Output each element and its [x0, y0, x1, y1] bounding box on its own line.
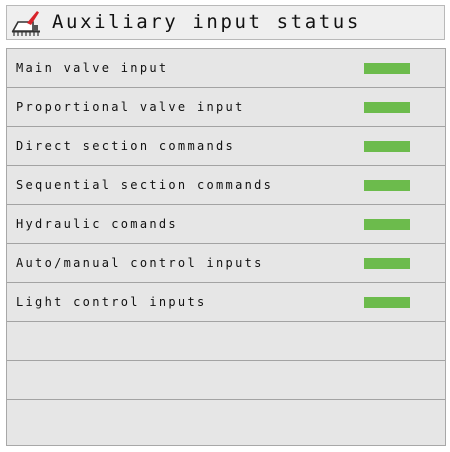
- empty-row: [7, 400, 445, 439]
- status-indicator: [364, 63, 410, 74]
- empty-row: [7, 361, 445, 400]
- list-item: Hydraulic comands: [7, 205, 445, 244]
- status-indicator: [364, 180, 410, 191]
- input-status-list: Main valve input Proportional valve inpu…: [6, 48, 446, 446]
- list-item: Main valve input: [7, 49, 445, 88]
- list-item: Direct section commands: [7, 127, 445, 166]
- status-indicator: [364, 258, 410, 269]
- input-label: Direct section commands: [16, 139, 236, 153]
- input-label: Hydraulic comands: [16, 217, 178, 231]
- list-item: Light control inputs: [7, 283, 445, 322]
- input-label: Light control inputs: [16, 295, 207, 309]
- input-label: Sequential section commands: [16, 178, 274, 192]
- input-label: Main valve input: [16, 61, 169, 75]
- empty-row: [7, 322, 445, 361]
- auxiliary-input-status-screen: Auxiliary input status Main valve input …: [0, 0, 450, 452]
- status-indicator: [364, 141, 410, 152]
- status-indicator: [364, 219, 410, 230]
- list-item: Auto/manual control inputs: [7, 244, 445, 283]
- input-label: Proportional valve input: [16, 100, 245, 114]
- input-label: Auto/manual control inputs: [16, 256, 264, 270]
- screen-header: Auxiliary input status: [6, 5, 445, 40]
- sprayer-tank-icon: [11, 9, 41, 37]
- page-title: Auxiliary input status: [52, 11, 361, 33]
- status-indicator: [364, 297, 410, 308]
- list-item: Sequential section commands: [7, 166, 445, 205]
- list-item: Proportional valve input: [7, 88, 445, 127]
- status-indicator: [364, 102, 410, 113]
